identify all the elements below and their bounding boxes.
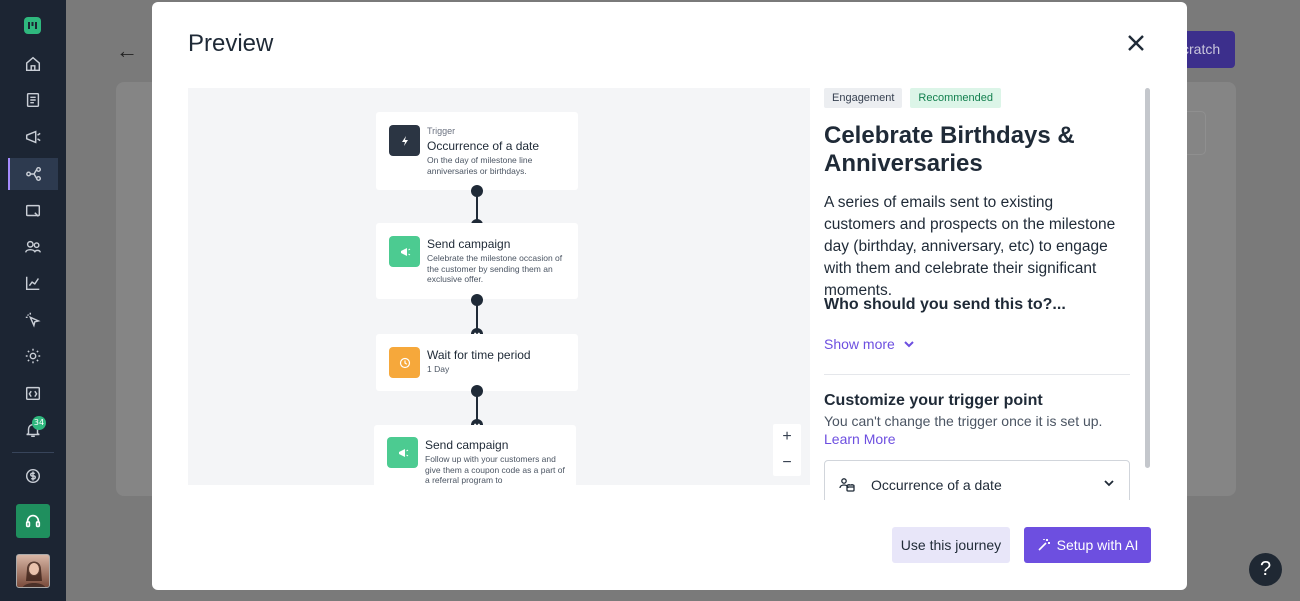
tag-engagement: Engagement xyxy=(824,88,903,108)
logo-icon xyxy=(28,22,37,29)
customize-note-text: You can't change the trigger once it is … xyxy=(824,413,1103,429)
tag-recommended: Recommended xyxy=(910,88,1001,108)
trigger-select-value: Occurrence of a date xyxy=(871,477,1002,493)
node-title: Occurrence of a date xyxy=(427,139,540,153)
trigger-select[interactable]: Occurrence of a date xyxy=(824,460,1130,500)
reports-icon[interactable] xyxy=(17,269,49,297)
send-campaign-node[interactable]: Send campaign Follow up with your custom… xyxy=(374,425,576,485)
connector-line xyxy=(476,391,478,421)
journey-title: Celebrate Birthdays & Anniversaries xyxy=(824,122,1075,177)
node-description: On the day of milestone line anniversari… xyxy=(427,155,533,176)
audience-question: Who should you send this to?... xyxy=(824,296,1066,313)
panel-scrollbar[interactable] xyxy=(1145,88,1150,468)
clock-icon xyxy=(389,347,420,378)
wait-node[interactable]: Wait for time period 1 Day xyxy=(376,334,578,391)
learn-more-link[interactable]: Learn More xyxy=(824,431,896,447)
node-title: Wait for time period xyxy=(427,348,531,362)
campaign-icon[interactable] xyxy=(17,123,49,151)
node-title: Send campaign xyxy=(427,237,511,251)
notification-badge: 34 xyxy=(32,416,46,430)
chevron-down-icon xyxy=(904,341,914,348)
avatar[interactable] xyxy=(16,554,50,588)
sidebar: 34 xyxy=(0,0,66,601)
contacts-icon[interactable] xyxy=(17,233,49,261)
divider xyxy=(824,374,1130,375)
app-logo[interactable] xyxy=(24,17,41,34)
send-campaign-node[interactable]: Send campaign Celebrate the milestone oc… xyxy=(376,223,578,299)
back-arrow-icon: ← xyxy=(116,38,138,63)
zoom-out-button[interactable]: − xyxy=(773,450,801,476)
integrations-icon[interactable] xyxy=(17,379,49,407)
megaphone-icon xyxy=(387,437,418,468)
tag-list: Engagement Recommended xyxy=(824,88,1001,108)
node-title: Send campaign xyxy=(425,438,509,452)
connector-line xyxy=(476,191,478,221)
node-description: Follow up with your customers and give t… xyxy=(425,454,565,485)
help-button[interactable]: ? xyxy=(1249,553,1282,586)
forms-icon[interactable] xyxy=(17,197,49,225)
settings-icon[interactable] xyxy=(17,342,49,370)
node-description: Celebrate the milestone occasion of the … xyxy=(427,253,563,284)
zoom-controls: + − xyxy=(773,424,801,476)
journey-canvas[interactable]: Trigger Occurrence of a date On the day … xyxy=(188,88,810,485)
megaphone-icon xyxy=(389,236,420,267)
journey-description: A series of emails sent to existing cust… xyxy=(824,194,1116,299)
document-icon[interactable] xyxy=(17,86,49,114)
headset-icon xyxy=(25,514,41,528)
customize-note: You can't change the trigger once it is … xyxy=(824,412,1124,448)
background-input xyxy=(1187,111,1206,155)
home-icon[interactable] xyxy=(17,50,49,78)
preview-modal: Preview Trigger Occurrence of a date On … xyxy=(152,2,1187,590)
billing-icon[interactable] xyxy=(17,462,49,490)
setup-with-ai-label: Setup with AI xyxy=(1056,537,1139,553)
trigger-node[interactable]: Trigger Occurrence of a date On the day … xyxy=(376,112,578,190)
cursor-click-icon[interactable] xyxy=(17,306,49,334)
journey-details-panel: Engagement Recommended Celebrate Birthda… xyxy=(824,88,1144,500)
user-photo xyxy=(22,561,46,587)
support-button[interactable] xyxy=(16,504,50,538)
show-more-label: Show more xyxy=(824,336,895,352)
use-this-journey-button[interactable]: Use this journey xyxy=(892,527,1010,563)
modal-title: Preview xyxy=(188,30,274,57)
connector-line xyxy=(476,300,478,330)
close-button[interactable] xyxy=(1124,31,1148,55)
chevron-down-icon xyxy=(1104,480,1114,487)
show-more-link[interactable]: Show more xyxy=(824,336,915,352)
magic-wand-icon xyxy=(1038,539,1050,551)
node-description: 1 Day xyxy=(427,364,450,374)
sidebar-divider xyxy=(12,452,54,453)
customize-title: Customize your trigger point xyxy=(824,392,1043,409)
zoom-in-button[interactable]: + xyxy=(773,424,801,450)
setup-with-ai-button[interactable]: Setup with AI xyxy=(1024,527,1151,563)
close-icon xyxy=(1128,35,1144,51)
node-label: Trigger xyxy=(427,126,456,136)
lightning-icon xyxy=(389,125,420,156)
automation-icon[interactable] xyxy=(8,158,58,190)
user-calendar-icon xyxy=(839,478,855,492)
